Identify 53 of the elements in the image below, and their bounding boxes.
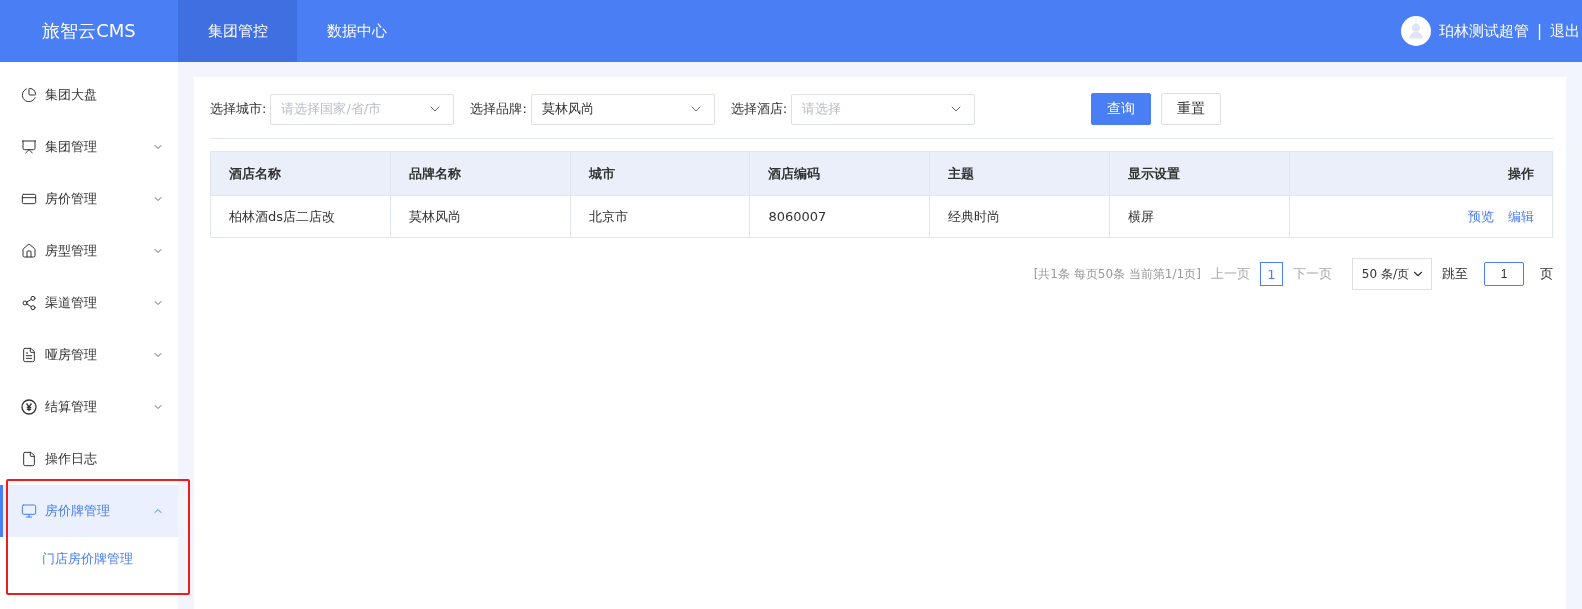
table-cell: 北京市 [570,195,750,238]
nav-tab[interactable]: 数据中心 [297,0,416,62]
presentation-icon [21,139,37,155]
document-icon [21,347,37,363]
pie-chart-icon [21,87,37,103]
edit-link[interactable]: 编辑 [1508,208,1534,224]
filter-label: 选择酒店: [730,100,788,118]
column-header: 操作 [1289,151,1553,196]
sidebar-item[interactable]: 房价牌管理 [0,485,178,537]
avatar-icon [1400,16,1431,46]
table-cell: 经典时尚 [929,195,1110,238]
table-cell: 莫林风尚 [390,195,571,238]
sidebar-item[interactable]: 房价管理 [0,173,178,225]
filter-label: 选择品牌: [470,100,527,118]
jump-label: 跳至 [1442,265,1468,283]
sidebar-item[interactable]: 房型管理 [0,225,178,277]
table-cell: 横屏 [1109,195,1290,238]
search-button[interactable]: 查询 [1091,93,1152,125]
column-header: 酒店名称 [210,151,391,196]
select-field[interactable]: 莫林风尚 [530,93,715,125]
table-cell: 8060007 [749,195,930,238]
jump-input[interactable]: 1 [1484,262,1524,286]
pagination-summary: [共1条 每页50条 当前第1/1页] [1033,265,1201,283]
column-header: 主题 [929,151,1110,196]
page-suffix: 页 [1540,265,1553,283]
reset-button[interactable]: 重置 [1161,93,1222,125]
sidebar-item[interactable]: 集团大盘 [0,69,178,121]
sidebar-item[interactable]: 渠道管理 [0,277,178,329]
column-header: 酒店编码 [749,151,930,196]
card-icon [21,191,37,207]
nav-tab[interactable]: 集团管控 [178,0,297,62]
app-logo: 旅智云CMS [41,19,137,43]
logout-link[interactable]: 退出 [1550,21,1580,41]
column-header: 城市 [570,151,750,196]
sidebar-item[interactable]: 集团管理 [0,121,178,173]
sidebar-item[interactable]: 结算管理 [0,381,178,433]
filter-label: 选择城市: [210,100,267,118]
column-header: 品牌名称 [390,151,571,196]
sidebar-item[interactable]: 操作日志 [0,433,178,485]
page-number[interactable]: 1 [1259,262,1283,286]
house-icon [21,243,37,259]
user-name: 珀林测试超管 [1438,21,1529,41]
sidebar-item[interactable]: 哑房管理 [0,329,178,381]
table-cell: 柏林酒ds店二店改 [210,195,391,238]
sidebar-subitem[interactable]: 门店房价牌管理 [0,537,178,581]
file-icon [21,451,37,467]
yen-circle-icon [21,399,37,415]
monitor-icon [21,503,37,519]
page-size-select[interactable]: 50 条/页 [1351,258,1432,290]
nodes-icon [21,295,37,311]
column-header: 显示设置 [1109,151,1290,196]
separator-text: | [1536,22,1542,40]
preview-link[interactable]: 预览 [1468,208,1494,224]
